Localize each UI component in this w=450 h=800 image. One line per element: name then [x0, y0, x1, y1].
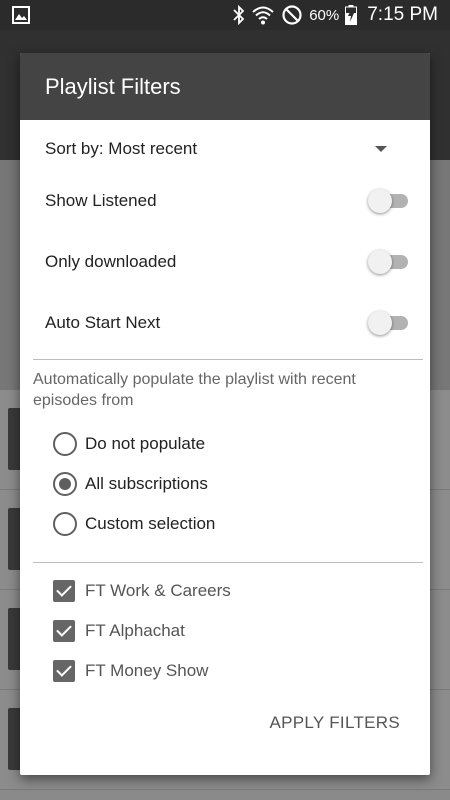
dialog-title: Playlist Filters [20, 53, 430, 120]
checkbox-checked-icon[interactable] [53, 660, 75, 682]
toggle-label: Auto Start Next [45, 313, 161, 332]
do-not-disturb-icon [282, 5, 302, 25]
apply-filters-button[interactable]: APPLY FILTERS [269, 713, 400, 733]
dropdown-arrow-icon [375, 146, 387, 152]
auto-start-next-switch[interactable] [368, 311, 410, 335]
sort-label: Sort by: Most recent [45, 139, 198, 158]
populate-description: Automatically populate the playlist with… [33, 371, 356, 409]
radio-custom-selection[interactable]: Custom selection [53, 512, 215, 536]
checkbox-label: FT Money Show [85, 661, 209, 680]
only-downloaded-switch[interactable] [368, 250, 410, 274]
radio-label: Custom selection [85, 514, 216, 533]
toggle-row-show-listened: Show Listened [20, 185, 430, 217]
divider [33, 359, 423, 360]
checkbox-ft-alphachat[interactable]: FT Alphachat [53, 620, 185, 642]
playlist-filters-dialog: Playlist Filters Sort by: Most recent Sh… [20, 53, 430, 775]
radio-button[interactable] [53, 512, 77, 536]
sort-dropdown[interactable]: Sort by: Most recent [20, 133, 430, 165]
clock: 7:15 PM [367, 4, 438, 25]
battery-percent: 60% [309, 6, 340, 24]
radio-do-not-populate[interactable]: Do not populate [53, 432, 205, 456]
checkbox-label: FT Alphachat [85, 621, 185, 640]
show-listened-switch[interactable] [368, 189, 410, 213]
divider [33, 562, 423, 563]
radio-label: All subscriptions [85, 474, 208, 493]
checkbox-ft-work-careers[interactable]: FT Work & Careers [53, 580, 231, 602]
bluetooth-icon [233, 5, 245, 25]
status-bar: 60% 7:15 PM [0, 0, 450, 30]
checkbox-label: FT Work & Careers [85, 581, 231, 600]
toggle-row-only-downloaded: Only downloaded [20, 246, 430, 278]
radio-label: Do not populate [85, 434, 206, 453]
toggle-row-auto-start-next: Auto Start Next [20, 307, 430, 339]
wifi-icon [252, 6, 274, 25]
battery-charging-icon [345, 5, 358, 25]
checkbox-ft-money-show[interactable]: FT Money Show [53, 660, 208, 682]
radio-button-selected[interactable] [53, 472, 77, 496]
checkbox-checked-icon[interactable] [53, 580, 75, 602]
toggle-label: Show Listened [45, 191, 157, 210]
checkbox-checked-icon[interactable] [53, 620, 75, 642]
radio-all-subscriptions[interactable]: All subscriptions [53, 472, 208, 496]
toggle-label: Only downloaded [45, 252, 177, 271]
radio-button[interactable] [53, 432, 77, 456]
gallery-icon [12, 6, 30, 24]
